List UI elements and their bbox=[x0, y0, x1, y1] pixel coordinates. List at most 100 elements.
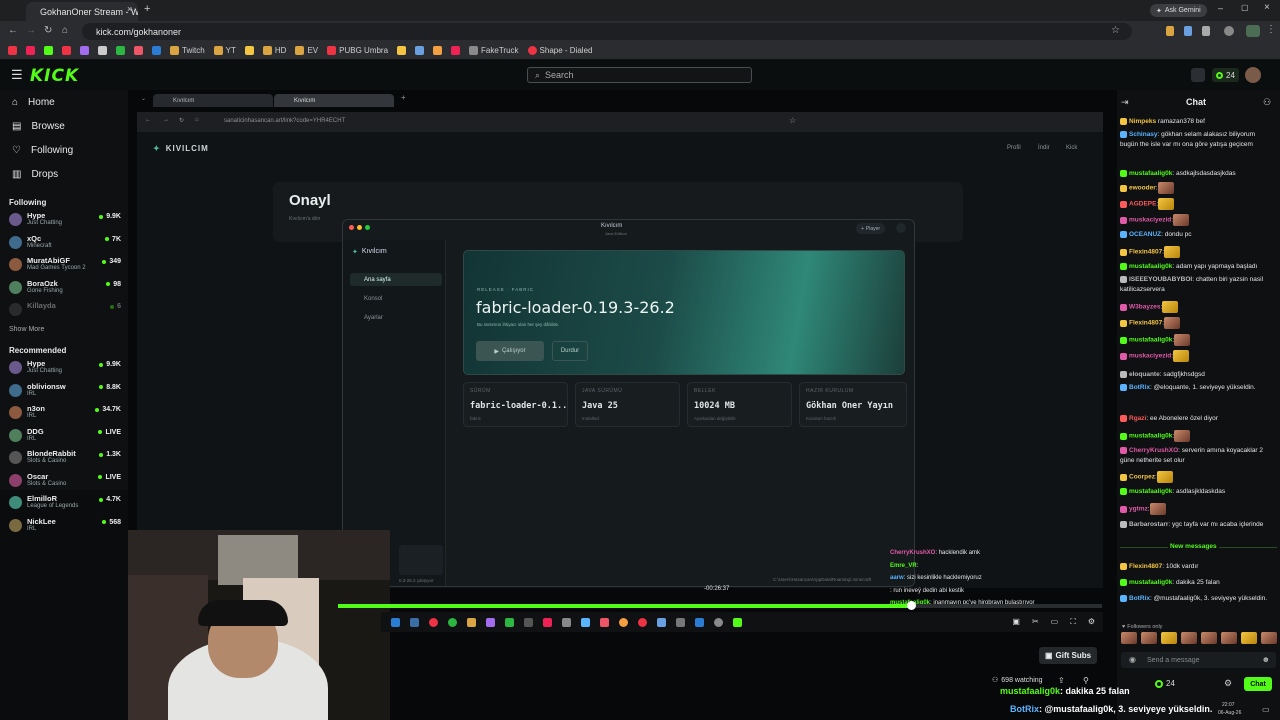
sidebar-channel[interactable]: Hype Just Chatting 9.9K bbox=[9, 210, 121, 230]
fullscreen-icon[interactable]: ⛶ bbox=[1070, 617, 1076, 627]
home-icon[interactable]: ⌂ bbox=[62, 25, 68, 36]
linkedin-bookmark-icon[interactable] bbox=[152, 46, 161, 55]
chat-username[interactable]: BotRix bbox=[1129, 595, 1150, 602]
chat-username[interactable]: muskaciyezid bbox=[1129, 353, 1171, 360]
chat-username[interactable]: ewooder bbox=[1129, 185, 1156, 192]
chat-username[interactable]: mustafaalig0k bbox=[1129, 433, 1172, 440]
emote-icon[interactable] bbox=[1141, 632, 1157, 644]
extension-icon[interactable] bbox=[1202, 26, 1210, 36]
sidebar-channel[interactable]: BoraOzk Gone Fishing 98 bbox=[9, 278, 121, 298]
bookmark-icon[interactable] bbox=[451, 46, 461, 55]
youtube-bookmark-icon[interactable] bbox=[8, 46, 17, 55]
hamburger-menu-icon[interactable]: ☰ bbox=[11, 67, 23, 83]
bookmark-hd[interactable]: HD bbox=[262, 46, 286, 55]
bookmark-twitch[interactable]: Twitch bbox=[170, 46, 205, 55]
emote-icon[interactable] bbox=[1241, 632, 1257, 644]
chat-username[interactable]: ygtmz bbox=[1129, 506, 1148, 513]
sidebar-channel[interactable]: Killayda 6 bbox=[9, 300, 121, 320]
sidebar-channel[interactable]: ElmilloR League of Legends 4.7K bbox=[9, 493, 121, 513]
sidebar-channel[interactable]: n3on IRL 34.7K bbox=[9, 403, 121, 423]
collapse-chat-icon[interactable]: ⇥ bbox=[1121, 97, 1129, 108]
bookmark-star-icon[interactable]: ☆ bbox=[1111, 25, 1120, 36]
emote-icon[interactable] bbox=[1221, 632, 1237, 644]
nav-following[interactable]: ♡ Following bbox=[12, 145, 73, 156]
sidebar-channel[interactable]: BlondeRabbit Slots & Casino 1.3K bbox=[9, 448, 121, 468]
kick-points-button[interactable]: 24 bbox=[1212, 68, 1239, 82]
whatsapp-bookmark-icon[interactable] bbox=[116, 46, 125, 55]
kick-logo[interactable]: KICK bbox=[30, 66, 79, 86]
chat-username[interactable]: Barbarostarr bbox=[1129, 521, 1168, 528]
sidebar-channel[interactable]: xQc Minecraft 7K bbox=[9, 233, 121, 253]
show-more-link[interactable]: Show More bbox=[9, 326, 44, 333]
search-input[interactable]: ⌕ Search bbox=[527, 67, 752, 83]
sidebar-channel[interactable]: oblivionsw IRL 8.8K bbox=[9, 381, 121, 401]
bookmark-icon[interactable] bbox=[26, 46, 35, 55]
chat-users-icon[interactable]: ⚇ bbox=[1263, 97, 1271, 108]
close-tab-icon[interactable]: × bbox=[127, 4, 132, 14]
bookmark-yt[interactable]: YT bbox=[213, 46, 236, 55]
nav-drops[interactable]: ▥ Drops bbox=[12, 169, 58, 180]
emote-icon[interactable] bbox=[1261, 632, 1277, 644]
emote-icon[interactable] bbox=[1201, 632, 1217, 644]
bookmark-icon[interactable] bbox=[62, 46, 71, 55]
back-icon[interactable]: ← bbox=[8, 25, 18, 36]
chat-username[interactable]: CherryKrushXO bbox=[1129, 447, 1178, 454]
chat-username[interactable]: AGDEPE bbox=[1129, 201, 1156, 208]
bookmark-icon[interactable] bbox=[397, 46, 407, 55]
chat-username[interactable]: ISEEEYOUBABYBOI bbox=[1129, 276, 1192, 283]
browser-tab[interactable]: GokhanOner Stream - Watch Li... bbox=[26, 2, 138, 21]
reload-icon[interactable]: ↻ bbox=[44, 25, 52, 36]
clip-icon[interactable]: ✂ bbox=[1032, 617, 1039, 627]
chat-settings-icon[interactable]: ◉ bbox=[1129, 655, 1136, 664]
emote-icon[interactable] bbox=[1161, 632, 1177, 644]
x-bookmark-icon[interactable] bbox=[98, 46, 107, 55]
bookmark-icon[interactable] bbox=[134, 46, 143, 55]
bookmark-icon[interactable] bbox=[80, 46, 89, 55]
nav-browse[interactable]: ▤ Browse bbox=[12, 121, 65, 132]
chat-username[interactable]: mustafaalig0k bbox=[1129, 579, 1172, 586]
chat-username[interactable]: Flexin4807 bbox=[1129, 320, 1162, 327]
chat-username[interactable]: W3bayzes bbox=[1129, 304, 1160, 311]
bookmark-icon[interactable] bbox=[433, 46, 443, 55]
sidebar-channel[interactable]: MuratAbiGF Mad Games Tycoon 2 349 bbox=[9, 255, 121, 275]
gift-subs-button[interactable]: ▣ Gift Subs bbox=[1039, 647, 1097, 664]
pin-icon[interactable]: ⚲ bbox=[1083, 676, 1089, 685]
new-tab-icon[interactable]: + bbox=[144, 3, 150, 15]
profile-avatar-icon[interactable] bbox=[1246, 25, 1260, 37]
maximize-icon[interactable]: ▢ bbox=[1241, 3, 1249, 12]
chat-username[interactable]: OCEANUZ bbox=[1129, 231, 1161, 238]
bookmark-ev[interactable]: EV bbox=[295, 46, 318, 55]
sidebar-channel[interactable]: Oscar Slots & Casino LIVE bbox=[9, 471, 121, 491]
chat-username[interactable]: Flexin4807 bbox=[1129, 563, 1162, 570]
ask-gemini-button[interactable]: ✦ Ask Gemini bbox=[1150, 4, 1207, 17]
profile-avatar-icon[interactable] bbox=[1224, 26, 1234, 36]
nav-home[interactable]: ⌂ Home bbox=[12, 97, 55, 108]
chat-username[interactable]: mustafaalig0k bbox=[1129, 337, 1172, 344]
emoji-icon[interactable]: ☻ bbox=[1262, 655, 1270, 664]
chat-username[interactable]: eloquante bbox=[1129, 371, 1160, 378]
bookmark-shape[interactable]: Shape - Dialed bbox=[527, 46, 592, 55]
extension-icon[interactable] bbox=[1166, 26, 1174, 36]
theater-icon[interactable]: ▭ bbox=[1051, 617, 1059, 627]
sidebar-channel[interactable]: Hype Just Chatting 9.9K bbox=[9, 358, 121, 378]
url-field[interactable]: kick.com/gokhanoner ☆ bbox=[82, 23, 1132, 40]
extension-icon[interactable] bbox=[1184, 26, 1192, 36]
library-icon[interactable] bbox=[1191, 68, 1205, 82]
close-window-icon[interactable]: × bbox=[1264, 2, 1270, 13]
chat-username[interactable]: BotRix bbox=[1129, 384, 1150, 391]
sidebar-channel[interactable]: NickLee IRL 568 bbox=[9, 516, 121, 536]
bookmark-icon[interactable] bbox=[244, 46, 254, 55]
minimize-icon[interactable]: – bbox=[1218, 3, 1223, 13]
notification-icon[interactable]: ▭ bbox=[1262, 705, 1270, 714]
settings-icon[interactable]: ⚙ bbox=[1088, 617, 1095, 627]
user-avatar[interactable] bbox=[1245, 67, 1261, 83]
chat-username[interactable]: Nimpeks bbox=[1129, 118, 1156, 125]
video-player[interactable]: ⌄ Kıvılcım Kıvılcım + ← → ↻ ⌂ sanaticinh… bbox=[128, 90, 1134, 720]
kick-bookmark-icon[interactable] bbox=[44, 46, 53, 55]
bookmark-pubg[interactable]: PUBG Umbra bbox=[327, 46, 388, 55]
menu-kebab-icon[interactable]: ⋮ bbox=[1266, 24, 1276, 35]
emote-icon[interactable] bbox=[1121, 632, 1137, 644]
bookmark-icon[interactable] bbox=[415, 46, 425, 55]
video-progress-bar[interactable] bbox=[338, 601, 1102, 610]
chat-username[interactable]: mustafaalig0k bbox=[1129, 170, 1172, 177]
